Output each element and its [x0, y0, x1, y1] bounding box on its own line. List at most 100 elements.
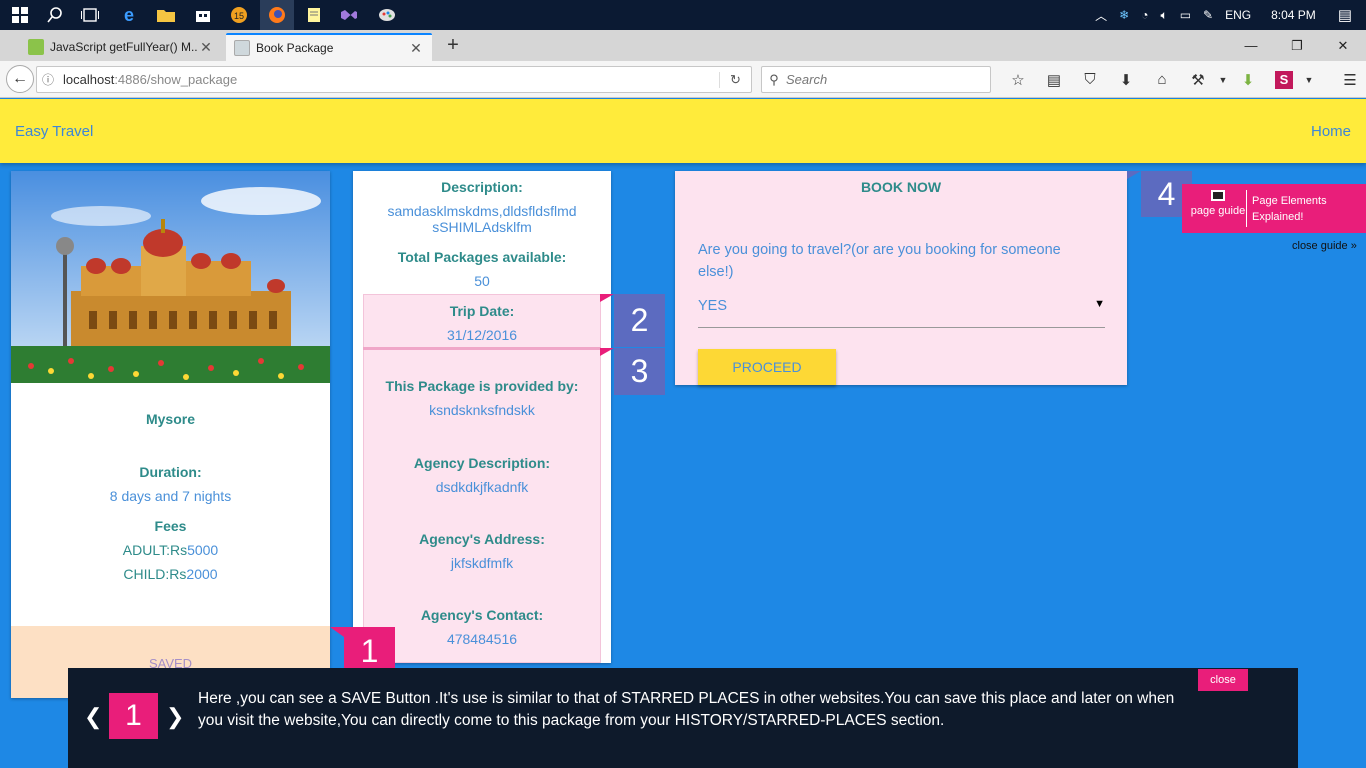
w3schools-favicon-icon	[28, 39, 44, 55]
page-guide-toggle[interactable]: page guide Page Elements Explained!	[1182, 184, 1366, 233]
search-icon[interactable]	[43, 3, 67, 27]
new-tab-button[interactable]: +	[442, 33, 464, 57]
search-input[interactable]: ⚲ Search	[761, 66, 991, 93]
proceed-button[interactable]: PROCEED	[698, 349, 836, 385]
close-window-icon[interactable]: ✕	[1320, 30, 1366, 61]
page-elements-text: Page Elements Explained!	[1252, 193, 1327, 225]
child-fee-label: CHILD:Rs	[123, 566, 187, 582]
restore-icon[interactable]: ❐	[1274, 30, 1320, 61]
close-tab-icon[interactable]: ✕	[408, 40, 424, 57]
marker-pointer	[1127, 171, 1141, 179]
browser-toolbar: ☆ ▤ ⛉ ⬇ ⌂ ⚒ ▼ ⬇ S ▼ ☰	[1000, 66, 1366, 93]
chevron-up-icon[interactable]: ︿	[1095, 7, 1107, 24]
book-now-card: BOOK NOW Are you going to travel?(or are…	[675, 171, 1127, 385]
child-fee: CHILD:Rs2000	[11, 566, 330, 582]
minimize-icon[interactable]: —	[1228, 30, 1274, 61]
notepad-icon[interactable]	[302, 3, 326, 27]
monitor-icon	[1211, 190, 1225, 201]
close-guide-link[interactable]: close guide »	[1292, 240, 1357, 252]
explained-label: Explained!	[1252, 211, 1304, 223]
browser-tab-bar: JavaScript getFullYear() M... ✕ Book Pac…	[0, 30, 1366, 61]
place-card: Mysore Duration: 8 days and 7 nights Fee…	[11, 171, 330, 698]
adult-fee-label: ADULT:Rs	[122, 542, 188, 558]
snowflake-icon[interactable]: ❄	[1119, 8, 1129, 22]
home-link[interactable]: Home	[1311, 123, 1351, 140]
close-button[interactable]: close	[1198, 669, 1248, 691]
description-label: Description:	[441, 179, 523, 195]
book-now-title: BOOK NOW	[860, 179, 942, 195]
browser-navigation-bar: ← ⓘ localhost:4886/show_package ↻ ⚲ Sear…	[0, 61, 1366, 98]
clock[interactable]: 8:04 PM	[1271, 8, 1316, 22]
traveler-select[interactable]: YES ▼	[698, 295, 1105, 328]
download-icon[interactable]: ⬇	[1108, 71, 1144, 89]
language-indicator[interactable]: ENG	[1225, 8, 1251, 22]
adult-fee: ADULT:Rs5000	[11, 542, 330, 558]
notification-icon[interactable]: ▤	[1338, 6, 1352, 24]
agency-address-label: Agency's Address:	[419, 531, 545, 547]
bookmark-star-icon[interactable]: ☆	[1000, 71, 1036, 89]
agency-description-value: dsdkdkjfkadnfk	[435, 479, 529, 495]
edge-icon[interactable]: e	[117, 3, 141, 27]
guide-marker-2[interactable]: 2	[614, 294, 665, 347]
windows-taskbar: e 15 ︿ ❄ ◔ 🔈︎ ▭ ✎ ENG 8:04 PM ▤	[0, 0, 1366, 30]
provided-by-value: ksndsknksfndskk	[429, 402, 535, 418]
tab-book-package[interactable]: Book Package ✕	[226, 33, 432, 61]
duration-label: Duration:	[139, 464, 202, 480]
address-bar[interactable]: ⓘ localhost:4886/show_package ↻	[36, 66, 752, 93]
next-step-button[interactable]: ❯	[166, 704, 184, 730]
extension-s-icon[interactable]: S	[1266, 70, 1302, 89]
tools-icon[interactable]: ⚒	[1180, 71, 1216, 89]
extension-download-icon[interactable]: ⬇	[1230, 71, 1266, 89]
description-line-1: samdasklmskdms,dldsfldsflmd	[387, 203, 577, 219]
description-line-2: sSHIMLAdsklfm	[432, 219, 532, 235]
agency-description-label: Agency Description:	[413, 455, 551, 471]
agency-address-value: jkfskdfmfk	[450, 555, 514, 571]
info-icon[interactable]: ⓘ	[37, 71, 59, 88]
total-packages-label: Total Packages available:	[397, 249, 567, 265]
tab-javascript-getfullyear[interactable]: JavaScript getFullYear() M... ✕	[20, 33, 222, 61]
search-icon: ⚲	[769, 71, 779, 87]
paint-icon[interactable]	[375, 3, 399, 27]
provided-by-label: This Package is provided by:	[385, 378, 579, 394]
page-guide-button[interactable]: page guide	[1188, 190, 1248, 217]
site-header: Easy Travel Home	[0, 99, 1366, 163]
back-button[interactable]: ←	[6, 65, 34, 93]
tooltip-step-number: 1	[109, 693, 158, 739]
windows-start-icon[interactable]	[8, 3, 32, 27]
child-fee-value: 2000	[186, 566, 218, 582]
tab-title: JavaScript getFullYear() M...	[50, 40, 198, 54]
volume-icon[interactable]: 🔈︎	[1160, 8, 1167, 23]
duration-value: 8 days and 7 nights	[109, 488, 232, 504]
pocket-icon[interactable]: ⛉	[1072, 71, 1108, 88]
wifi-icon[interactable]: ◔	[1141, 8, 1148, 22]
trip-date-label: Trip Date:	[449, 303, 515, 319]
pen-icon[interactable]: ✎	[1203, 8, 1213, 22]
task-view-icon[interactable]	[78, 3, 102, 27]
url-host: localhost	[63, 72, 115, 87]
previous-step-button[interactable]: ❮	[84, 704, 102, 730]
place-name: Mysore	[145, 411, 196, 427]
guide-marker-3[interactable]: 3	[614, 348, 665, 395]
agency-contact-label: Agency's Contact:	[420, 607, 544, 623]
reload-icon[interactable]: ↻	[719, 71, 751, 88]
system-tray: ︿ ❄ ◔ 🔈︎ ▭ ✎ ENG 8:04 PM ▤	[1095, 0, 1366, 30]
firefox-icon[interactable]	[260, 0, 294, 30]
home-icon[interactable]: ⌂	[1144, 71, 1180, 88]
close-tab-icon[interactable]: ✕	[198, 39, 214, 56]
window-controls: — ❐ ✕	[1228, 30, 1366, 61]
marker-pointer	[330, 627, 344, 637]
reader-list-icon[interactable]: ▤	[1036, 71, 1072, 89]
brand-link[interactable]: Easy Travel	[15, 123, 93, 140]
battery-icon[interactable]: ▭	[1180, 8, 1191, 22]
trip-date-value: 31/12/2016	[446, 327, 518, 343]
dropdown-arrow-icon: ▼	[1094, 298, 1105, 310]
visual-studio-icon[interactable]	[337, 3, 361, 27]
app-icon[interactable]: 15	[227, 3, 251, 27]
menu-icon[interactable]: ☰	[1332, 71, 1366, 89]
folder-icon[interactable]	[154, 3, 178, 27]
dropdown-arrow-icon[interactable]: ▼	[1302, 75, 1316, 85]
marker-pointer	[600, 294, 614, 302]
dropdown-arrow-icon[interactable]: ▼	[1216, 75, 1230, 85]
store-icon[interactable]	[191, 3, 215, 27]
package-details-card: Description: samdasklmskdms,dldsfldsflmd…	[353, 171, 611, 663]
